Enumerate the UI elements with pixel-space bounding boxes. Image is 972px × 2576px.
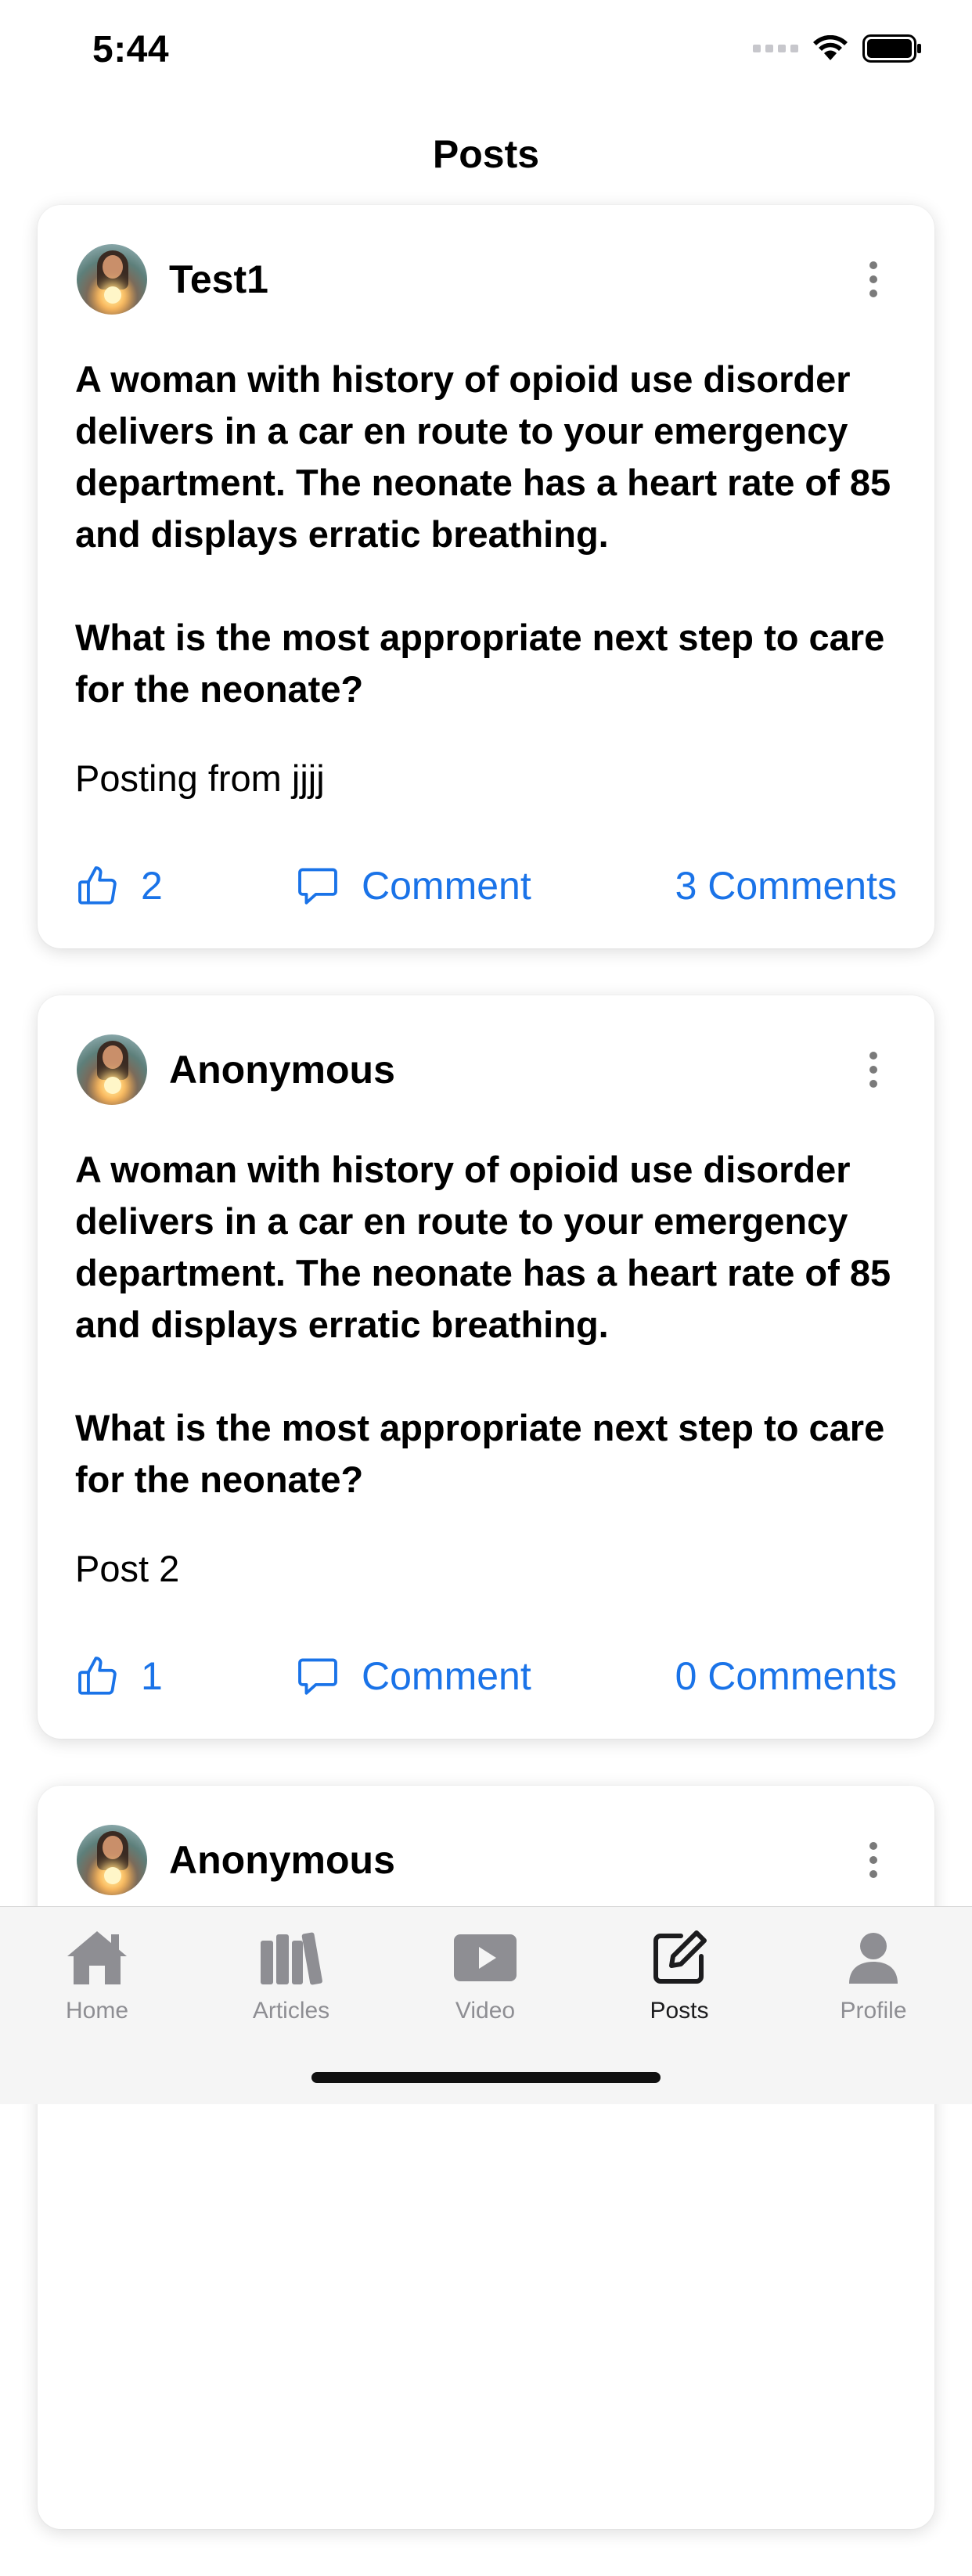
tab-label: Home	[65, 1998, 129, 2024]
comment-label: Comment	[362, 864, 531, 908]
comment-button[interactable]: Comment	[294, 1653, 531, 1699]
post-actions: 2 Comment 3 Comments	[75, 854, 897, 917]
tab-articles[interactable]: Articles	[194, 1923, 388, 2024]
home-icon	[67, 1931, 127, 1984]
like-button[interactable]: 2	[75, 863, 294, 908]
comment-bubble-icon	[298, 868, 337, 905]
post-header: Test1	[77, 244, 897, 315]
posts-feed[interactable]: Test1 A woman with history of opioid use…	[38, 205, 934, 2576]
comment-button[interactable]: Comment	[294, 863, 531, 908]
post-caption: Post 2	[75, 1548, 180, 1589]
tab-label: Profile	[840, 1998, 907, 2024]
status-time: 5:44	[92, 29, 170, 70]
tab-home[interactable]: Home	[0, 1923, 194, 2024]
comment-bubble-icon	[298, 1658, 337, 1695]
post-body: A woman with history of opioid use disor…	[75, 1149, 891, 1500]
home-indicator[interactable]	[311, 2072, 661, 2083]
books-icon	[261, 1932, 322, 1985]
post-card: Anonymous A woman with history of opioid…	[38, 995, 934, 1739]
like-count: 1	[141, 1654, 163, 1698]
more-options-icon[interactable]	[850, 244, 897, 315]
more-options-icon[interactable]	[850, 1034, 897, 1105]
page-title: Posts	[432, 132, 540, 176]
thumbs-up-icon	[78, 866, 117, 905]
author-name[interactable]: Test1	[169, 257, 850, 302]
post-header: Anonymous	[77, 1034, 897, 1105]
tab-label: Video	[455, 1998, 516, 2024]
avatar[interactable]	[77, 1034, 147, 1105]
like-button[interactable]: 1	[75, 1653, 294, 1699]
cellular-signal-icon	[753, 45, 798, 52]
tab-posts[interactable]: Posts	[582, 1923, 776, 2024]
more-options-icon[interactable]	[850, 1825, 897, 1895]
like-count: 2	[141, 864, 163, 908]
post-actions: 1 Comment 0 Comments	[75, 1645, 897, 1707]
tab-video[interactable]: Video	[388, 1923, 582, 2024]
tab-label: Articles	[252, 1998, 330, 2024]
post-caption: Posting from jjjj	[75, 757, 325, 799]
compose-icon	[653, 1930, 707, 1984]
author-name[interactable]: Anonymous	[169, 1837, 850, 1883]
person-icon	[849, 1933, 898, 1984]
wifi-icon	[813, 35, 848, 60]
post-card: Test1 A woman with history of opioid use…	[38, 205, 934, 948]
avatar[interactable]	[77, 1825, 147, 1895]
avatar[interactable]	[77, 244, 147, 315]
author-name[interactable]: Anonymous	[169, 1047, 850, 1092]
comments-count-link[interactable]: 3 Comments	[675, 863, 897, 908]
post-body: A woman with history of opioid use disor…	[75, 358, 891, 710]
comments-count-link[interactable]: 0 Comments	[675, 1653, 897, 1699]
comment-label: Comment	[362, 1654, 531, 1698]
post-header: Anonymous	[77, 1825, 897, 1895]
battery-icon	[862, 34, 921, 63]
play-icon	[454, 1934, 517, 1981]
tab-profile[interactable]: Profile	[776, 1923, 970, 2024]
thumbs-up-icon	[78, 1657, 117, 1695]
tab-label: Posts	[650, 1998, 709, 2024]
post-card: Anonymous	[38, 1786, 934, 2529]
status-icons	[753, 34, 922, 63]
status-bar: 5:44	[0, 0, 972, 102]
